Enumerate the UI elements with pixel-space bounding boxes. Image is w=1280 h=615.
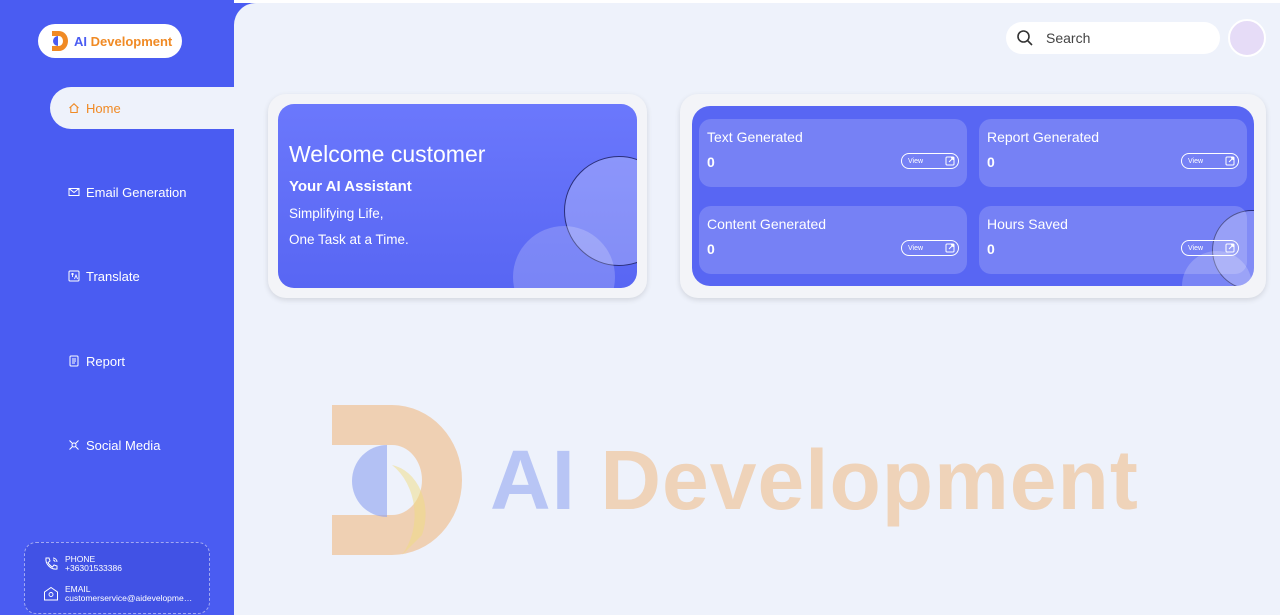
brand-logo[interactable]: AI Development: [38, 24, 182, 58]
view-label: View: [1188, 244, 1204, 252]
stat-hours-saved: Hours Saved 0 View: [979, 206, 1247, 274]
nav-label: Social Media: [86, 437, 161, 453]
contact-phone[interactable]: PHONE +36301533386: [43, 555, 122, 573]
stat-label: Hours Saved: [987, 216, 1068, 232]
stat-text-generated: Text Generated 0 View: [699, 119, 967, 187]
brand-d-icon: [52, 31, 68, 51]
brand-name: AI Development: [74, 33, 173, 49]
nav-item-social-media[interactable]: Social Media: [50, 424, 234, 466]
external-link-icon: [1225, 243, 1235, 253]
contact-email[interactable]: EMAIL customerservice@aidevelopment.hu: [43, 585, 193, 603]
watermark: AI Development: [332, 405, 1212, 555]
welcome-card: Welcome customer Your AI Assistant Simpl…: [278, 104, 637, 288]
email-label: EMAIL: [65, 584, 91, 594]
nav-item-translate[interactable]: Translate: [50, 255, 234, 297]
report-icon: [69, 355, 79, 367]
nav-item-report[interactable]: Report: [50, 340, 234, 382]
stat-value: 0: [707, 154, 715, 170]
external-link-icon: [945, 156, 955, 166]
stat-label: Content Generated: [707, 216, 827, 232]
email-icon: [44, 586, 58, 601]
view-button[interactable]: View: [1181, 240, 1239, 256]
welcome-subtitle: Your AI Assistant: [289, 178, 412, 195]
phone-value: +36301533386: [65, 564, 122, 573]
nav-label: Home: [86, 100, 121, 116]
view-label: View: [1188, 157, 1204, 165]
contact-box: PHONE +36301533386 EMAIL customerservice…: [24, 542, 210, 614]
view-button[interactable]: View: [1181, 153, 1239, 169]
search-input[interactable]: [1046, 30, 1196, 46]
view-label: View: [908, 157, 924, 165]
social-icon: [69, 440, 79, 450]
nav-label: Translate: [86, 268, 140, 284]
stat-value: 0: [987, 154, 995, 170]
external-link-icon: [1225, 156, 1235, 166]
nav-label: Report: [86, 353, 126, 369]
view-button[interactable]: View: [901, 240, 959, 256]
nav-item-email-generation[interactable]: Email Generation: [50, 171, 234, 213]
nav-label: Email Generation: [86, 184, 187, 200]
watermark-logo-icon: [332, 405, 462, 555]
stat-label: Text Generated: [707, 129, 803, 145]
home-icon: [69, 103, 79, 114]
view-label: View: [908, 244, 924, 252]
main-content: Welcome customer Your AI Assistant Simpl…: [234, 3, 1280, 615]
external-link-icon: [945, 243, 955, 253]
stat-label: Report Generated: [987, 129, 1100, 145]
welcome-panel: Welcome customer Your AI Assistant Simpl…: [268, 94, 647, 298]
watermark-text: AI Development: [490, 432, 1139, 527]
welcome-title: Welcome customer: [289, 141, 486, 167]
search-icon: [1017, 30, 1033, 46]
view-button[interactable]: View: [901, 153, 959, 169]
stat-value: 0: [987, 241, 995, 257]
welcome-line: Simplifying Life,: [289, 206, 384, 221]
mail-icon: [68, 188, 80, 196]
phone-icon: [45, 557, 58, 570]
stats-panel: Text Generated 0 View Report Generated 0…: [680, 94, 1266, 298]
stat-report-generated: Report Generated 0 View: [979, 119, 1247, 187]
stat-value: 0: [707, 241, 715, 257]
avatar[interactable]: [1228, 19, 1266, 57]
stats-card: Text Generated 0 View Report Generated 0…: [692, 106, 1254, 286]
nav-item-home[interactable]: Home: [50, 87, 234, 129]
welcome-line: One Task at a Time.: [289, 232, 409, 247]
search-bar[interactable]: [1006, 22, 1220, 54]
translate-icon: [68, 270, 80, 282]
sidebar: AI Development Home Email Generation Tra…: [0, 0, 234, 615]
email-value: customerservice@aidevelopment.hu: [65, 594, 193, 603]
phone-label: PHONE: [65, 554, 96, 564]
stat-content-generated: Content Generated 0 View: [699, 206, 967, 274]
